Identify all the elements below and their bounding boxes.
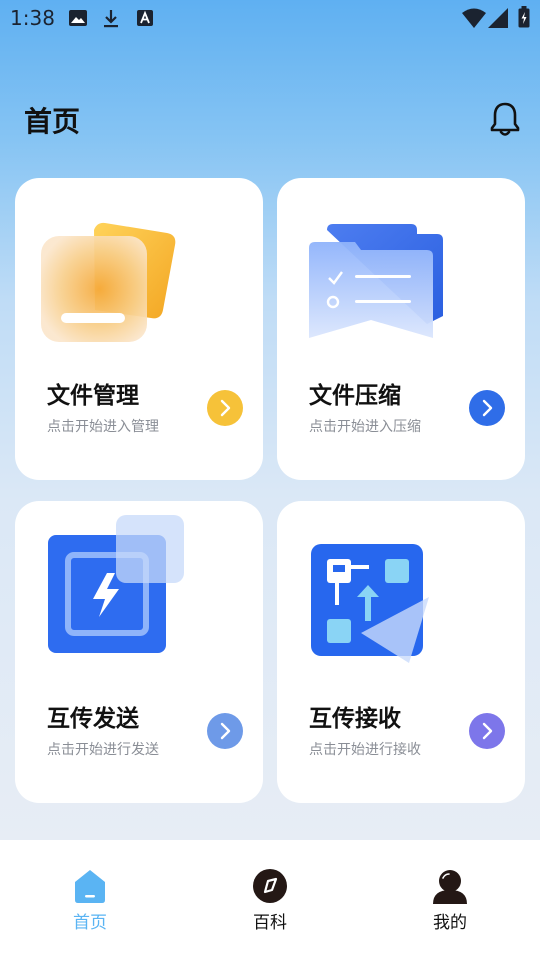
nav-label-home: 首页 [73, 913, 107, 933]
card-transfer-send[interactable]: 互传发送 点击开始进行发送 [15, 501, 263, 803]
wifi-icon [462, 8, 486, 28]
card-file-compress[interactable]: 文件压缩 点击开始进入压缩 [277, 178, 525, 480]
user-icon [433, 870, 467, 904]
compass-icon [253, 869, 287, 903]
card-subtitle: 点击开始进行发送 [47, 742, 159, 758]
card-subtitle: 点击开始进入管理 [47, 419, 159, 435]
arrow-button[interactable] [469, 713, 505, 749]
card-file-management[interactable]: 文件管理 点击开始进入管理 [15, 178, 263, 480]
chevron-right-icon [482, 722, 493, 740]
card-title: 互传接收 [309, 706, 401, 732]
chevron-right-icon [220, 722, 231, 740]
card-title: 文件管理 [47, 383, 139, 409]
image-icon [69, 10, 87, 26]
bell-icon[interactable] [488, 100, 522, 138]
page-title: 首页 [24, 105, 81, 138]
battery-icon [518, 6, 530, 28]
card-subtitle: 点击开始进入压缩 [309, 419, 421, 435]
status-time: 1:38 [10, 6, 55, 30]
signal-icon [488, 8, 508, 28]
lightning-send-icon [48, 515, 184, 653]
grid-upload-icon [311, 544, 429, 663]
chevron-right-icon [220, 399, 231, 417]
nav-label-profile: 我的 [433, 913, 467, 933]
chevron-right-icon [482, 399, 493, 417]
arrow-button[interactable] [207, 713, 243, 749]
home-icon [75, 870, 105, 903]
card-subtitle: 点击开始进行接收 [309, 742, 421, 758]
arrow-button[interactable] [207, 390, 243, 426]
card-transfer-receive[interactable]: 互传接收 点击开始进行接收 [277, 501, 525, 803]
bottom-nav: 首页 百科 我的 [0, 840, 540, 960]
card-title: 文件压缩 [309, 383, 401, 409]
folder-icon [41, 222, 176, 342]
card-title: 互传发送 [47, 706, 139, 732]
nav-label-encyclopedia: 百科 [253, 913, 287, 933]
arrow-button[interactable] [469, 390, 505, 426]
download-icon [104, 10, 118, 28]
font-a-icon [137, 10, 153, 26]
document-stack-icon [309, 224, 443, 338]
status-bar: 1:38 [0, 0, 540, 36]
